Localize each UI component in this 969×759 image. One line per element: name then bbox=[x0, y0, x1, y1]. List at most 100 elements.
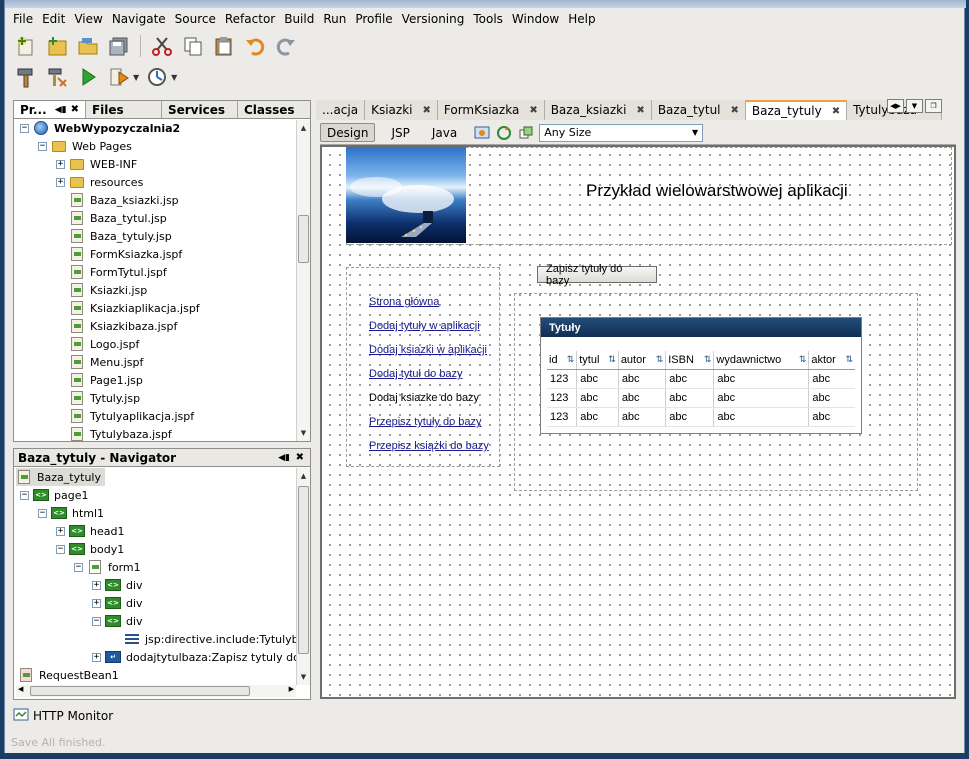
editor-tab[interactable]: ...acja bbox=[316, 100, 366, 120]
expand-toggle-icon[interactable]: + bbox=[56, 177, 65, 187]
restore-window-icon[interactable]: ❐ bbox=[925, 99, 942, 113]
nav-item-div[interactable]: − <> div bbox=[92, 612, 143, 630]
debug-icon[interactable] bbox=[106, 64, 132, 90]
menu-refactor[interactable]: Refactor bbox=[221, 12, 279, 26]
http-monitor-tab[interactable]: HTTP Monitor bbox=[13, 705, 113, 727]
column-header-id[interactable]: id ⇅ bbox=[547, 351, 578, 370]
tree-item[interactable]: Tytulyaplikacja.jspf bbox=[69, 407, 194, 425]
expand-toggle-icon[interactable]: + bbox=[56, 159, 65, 169]
profile-dropdown-icon[interactable]: ▼ bbox=[171, 73, 177, 82]
target-size-select[interactable]: Any Size ▼ bbox=[539, 123, 704, 142]
tree-item[interactable]: Logo.jspf bbox=[69, 335, 139, 353]
collapse-toggle-icon[interactable]: − bbox=[38, 508, 47, 518]
show-virtual-forms-icon[interactable] bbox=[517, 124, 535, 142]
sort-icon[interactable]: ⇅ bbox=[567, 354, 575, 365]
tree-item[interactable]: Ksiazki.jsp bbox=[69, 281, 147, 299]
nav-item-div[interactable]: + <> div bbox=[92, 594, 143, 612]
tree-item[interactable]: Baza_ksiazki.jsp bbox=[69, 191, 179, 209]
close-icon[interactable]: ✖ bbox=[296, 452, 304, 463]
run-icon[interactable] bbox=[75, 64, 101, 90]
show-opened-documents-icon[interactable]: ▼ bbox=[906, 99, 923, 113]
tab-services[interactable]: Services bbox=[162, 101, 238, 118]
scroll-tabs-icon[interactable]: ◀▶ bbox=[887, 99, 904, 113]
navigator-scrollbar[interactable]: ▲ ▼ bbox=[296, 468, 310, 685]
tree-item[interactable]: + resources bbox=[56, 173, 143, 191]
scroll-up-icon[interactable]: ▲ bbox=[297, 470, 310, 482]
menu-edit[interactable]: Edit bbox=[38, 12, 69, 26]
tree-item[interactable]: Page1.jsp bbox=[69, 371, 143, 389]
editor-tab[interactable]: Baza_ksiazki ✖ bbox=[544, 100, 652, 120]
scroll-right-icon[interactable]: ▶ bbox=[289, 685, 294, 693]
menu-link-copy-titles-db[interactable]: Przepisz tytuły do bazy bbox=[369, 416, 482, 428]
debug-dropdown-icon[interactable]: ▼ bbox=[133, 73, 139, 82]
refresh-icon[interactable] bbox=[495, 124, 513, 142]
expand-toggle-icon[interactable]: + bbox=[92, 652, 101, 662]
save-titles-button[interactable]: Zapisz tytuły do bazy bbox=[537, 263, 657, 287]
close-icon[interactable]: ✖ bbox=[71, 104, 79, 115]
paste-icon[interactable] bbox=[211, 33, 237, 59]
collapse-toggle-icon[interactable]: − bbox=[92, 616, 101, 626]
jsp-mode-button[interactable]: JSP bbox=[385, 123, 415, 142]
expand-toggle-icon[interactable]: + bbox=[92, 580, 101, 590]
sort-icon[interactable]: ⇅ bbox=[704, 354, 712, 365]
menu-navigate[interactable]: Navigate bbox=[108, 12, 170, 26]
menu-link-copy-books-db[interactable]: Przepisz książki do bazy bbox=[369, 440, 489, 452]
collapse-toggle-icon[interactable]: − bbox=[74, 562, 83, 572]
nav-item-html1[interactable]: − <> html1 bbox=[38, 504, 104, 522]
menu-window[interactable]: Window bbox=[508, 12, 563, 26]
build-hammer-icon[interactable] bbox=[13, 64, 39, 90]
scroll-thumb[interactable] bbox=[30, 686, 250, 696]
open-project-icon[interactable] bbox=[75, 33, 101, 59]
collapse-toggle-icon[interactable]: − bbox=[20, 490, 29, 500]
close-tab-icon[interactable]: ✖ bbox=[731, 105, 739, 116]
column-header-autor[interactable]: autor ⇅ bbox=[618, 351, 667, 370]
tree-item[interactable]: Tytuly.jsp bbox=[69, 389, 140, 407]
expand-toggle-icon[interactable]: + bbox=[92, 598, 101, 608]
tree-item[interactable]: Ksiazkiaplikacja.jspf bbox=[69, 299, 200, 317]
close-tab-icon[interactable]: ✖ bbox=[832, 106, 840, 117]
menu-link-add-book-db[interactable]: Dodaj ksiazke do bazy bbox=[369, 392, 479, 404]
scroll-left-icon[interactable]: ◀ bbox=[18, 685, 23, 693]
tree-web-pages[interactable]: − Web Pages bbox=[38, 137, 132, 155]
close-tab-icon[interactable]: ✖ bbox=[636, 105, 644, 116]
minimize-icon[interactable]: ◀▮ bbox=[278, 453, 290, 463]
tree-item[interactable]: Tytulybaza.jspf bbox=[69, 425, 172, 443]
profile-icon[interactable] bbox=[144, 64, 170, 90]
preview-in-browser-icon[interactable] bbox=[473, 124, 491, 142]
sort-icon[interactable]: ⇅ bbox=[608, 354, 616, 365]
minimize-icon[interactable]: ◀▮ bbox=[55, 105, 67, 115]
nav-item-body1[interactable]: − <> body1 bbox=[56, 540, 124, 558]
tree-item[interactable]: FormTytul.jspf bbox=[69, 263, 167, 281]
close-tab-icon[interactable]: ✖ bbox=[422, 105, 430, 116]
sort-icon[interactable]: ⇅ bbox=[799, 354, 807, 365]
editor-tab[interactable]: Baza_tytul ✖ bbox=[651, 100, 746, 120]
column-header-isbn[interactable]: ISBN ⇅ bbox=[665, 351, 715, 370]
scroll-down-icon[interactable]: ▼ bbox=[297, 427, 310, 439]
projects-scrollbar[interactable]: ▲ ▼ bbox=[296, 120, 310, 441]
tree-item[interactable]: + WEB-INF bbox=[56, 155, 137, 173]
save-all-icon[interactable] bbox=[106, 33, 132, 59]
scroll-up-icon[interactable]: ▲ bbox=[297, 122, 310, 134]
column-header-aktor[interactable]: aktor ⇅ bbox=[808, 351, 855, 370]
tab-projects[interactable]: Pr... ◀▮ ✖ bbox=[14, 101, 86, 118]
tree-item[interactable]: Baza_tytul.jsp bbox=[69, 209, 167, 227]
nav-item-include[interactable]: jsp:directive.include:Tytulyba bbox=[124, 630, 305, 648]
tree-item[interactable]: Ksiazkibaza.jspf bbox=[69, 317, 177, 335]
menu-run[interactable]: Run bbox=[319, 12, 350, 26]
nav-item-requestbean[interactable]: RequestBean1 bbox=[18, 666, 119, 684]
menu-link-add-books-app[interactable]: Dodaj ksiazki w aplikacji bbox=[369, 344, 487, 356]
nav-item-button[interactable]: + ↵ dodajtytulbaza:Zapisz tytuly do b bbox=[92, 648, 310, 666]
scroll-thumb[interactable] bbox=[298, 486, 309, 654]
expand-toggle-icon[interactable]: + bbox=[56, 526, 65, 536]
menu-profile[interactable]: Profile bbox=[351, 12, 396, 26]
redo-icon[interactable] bbox=[273, 33, 299, 59]
collapse-toggle-icon[interactable]: − bbox=[38, 141, 47, 151]
editor-tab[interactable]: FormKsiazka ✖ bbox=[437, 100, 545, 120]
column-header-wydawnictwo[interactable]: wydawnictwo ⇅ bbox=[713, 351, 810, 370]
menu-view[interactable]: View bbox=[70, 12, 106, 26]
collapse-toggle-icon[interactable]: − bbox=[56, 544, 65, 554]
tab-classes[interactable]: Classes bbox=[238, 101, 310, 118]
design-mode-button[interactable]: Design bbox=[320, 123, 376, 142]
scroll-thumb[interactable] bbox=[298, 215, 309, 263]
java-mode-button[interactable]: Java bbox=[426, 123, 463, 142]
